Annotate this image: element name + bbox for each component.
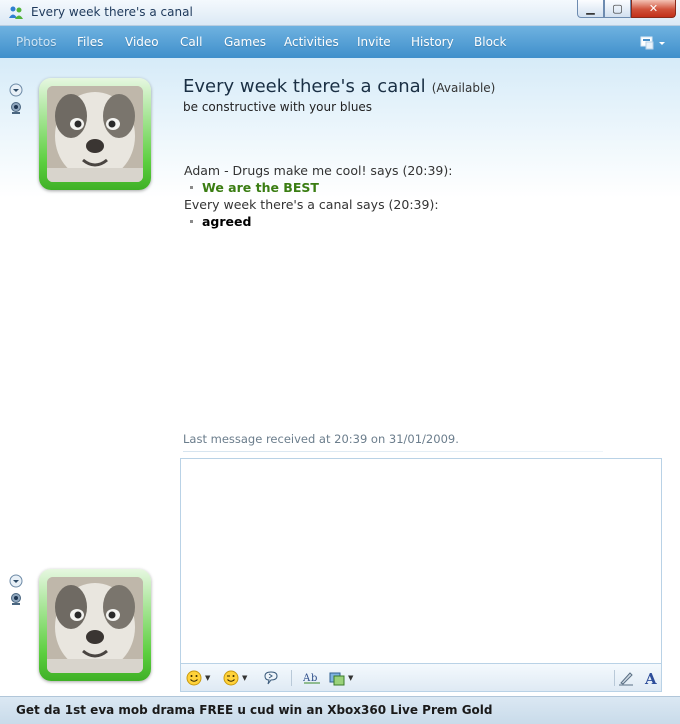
conversation-pane: Every week there's a canal (Available) be… — [0, 58, 680, 696]
window-controls: ▁ ▢ ✕ — [577, 0, 676, 18]
show-menu-icon[interactable] — [640, 36, 666, 50]
spellcheck-button[interactable]: A b — [303, 669, 321, 687]
maximize-button[interactable]: ▢ — [604, 0, 631, 18]
menu-bar: Photos Files Video Call Games Activities… — [0, 26, 680, 58]
collapse-toggle-icon[interactable] — [9, 574, 23, 588]
divider — [183, 451, 603, 452]
dog-photo-icon — [47, 86, 143, 182]
dog-photo-icon — [47, 577, 143, 673]
nudge-button[interactable] — [263, 669, 279, 687]
contact-photo — [47, 86, 143, 182]
menu-item-photos[interactable]: Photos — [16, 35, 56, 49]
wink-button[interactable]: ▼ — [223, 669, 247, 687]
font-button[interactable]: A — [643, 669, 659, 687]
background-icon — [329, 672, 345, 686]
my-avatar[interactable] — [39, 569, 151, 681]
title-bar: Every week there's a canal ▁ ▢ ✕ — [0, 0, 680, 26]
close-icon: ✕ — [648, 2, 659, 15]
smiley-icon — [186, 670, 202, 686]
spellcheck-icon: A b — [303, 673, 320, 684]
chevron-down-icon: ▼ — [242, 674, 248, 682]
chevron-down-icon: ▼ — [205, 674, 211, 682]
close-button[interactable]: ✕ — [631, 0, 676, 18]
window-title: Every week there's a canal — [31, 5, 193, 19]
maximize-icon: ▢ — [612, 2, 623, 15]
last-message-status: Last message received at 20:39 on 31/01/… — [183, 432, 459, 446]
input-toolbar: ▼ ▼ A b ▼ A — [180, 664, 662, 692]
collapse-toggle-icon[interactable] — [9, 83, 23, 97]
contact-name: Every week there's a canal — [183, 76, 426, 97]
background-button[interactable]: ▼ — [329, 669, 353, 687]
menu-item-games[interactable]: Games — [224, 35, 266, 49]
ad-text[interactable]: Get da 1st eva mob drama FREE u cud win … — [16, 703, 492, 717]
messenger-icon — [9, 6, 23, 19]
minimize-button[interactable]: ▁ — [577, 0, 604, 18]
my-photo — [47, 577, 143, 673]
emoticon-button[interactable]: ▼ — [186, 669, 210, 687]
minimize-icon: ▁ — [586, 2, 595, 15]
contact-header: Every week there's a canal (Available) — [183, 76, 495, 97]
sender-line: Every week there's a canal says (20:39): — [184, 197, 439, 212]
svg-text:A: A — [644, 670, 657, 686]
menu-item-block[interactable]: Block — [474, 35, 506, 49]
nudge-icon — [264, 671, 278, 685]
contact-status: (Available) — [431, 81, 496, 95]
menu-item-call[interactable]: Call — [180, 35, 202, 49]
font-icon: A — [644, 670, 657, 686]
pen-icon — [619, 672, 633, 686]
svg-text:A: A — [303, 673, 311, 684]
menu-item-video[interactable]: Video — [125, 35, 159, 49]
svg-text:b: b — [311, 673, 317, 684]
chat-message: We are the BEST — [184, 179, 654, 196]
menu-item-history[interactable]: History — [411, 35, 454, 49]
webcam-icon[interactable] — [9, 592, 23, 606]
webcam-icon[interactable] — [9, 101, 23, 115]
wink-icon — [223, 670, 239, 686]
contact-personal-message: be constructive with your blues — [183, 100, 373, 114]
contact-avatar[interactable] — [39, 78, 151, 190]
toolbar-divider — [614, 670, 615, 686]
chevron-down-icon: ▼ — [348, 674, 354, 682]
chat-history[interactable]: Adam - Drugs make me cool! says (20:39):… — [184, 162, 654, 230]
toolbar-divider — [291, 670, 292, 686]
ad-banner[interactable]: Get da 1st eva mob drama FREE u cud win … — [0, 696, 680, 724]
handwriting-button[interactable] — [618, 669, 634, 687]
menu-item-invite[interactable]: Invite — [357, 35, 391, 49]
chat-message: agreed — [184, 213, 654, 230]
sender-line: Adam - Drugs make me cool! says (20:39): — [184, 163, 453, 178]
menu-item-activities[interactable]: Activities — [284, 35, 339, 49]
message-input[interactable] — [180, 458, 662, 664]
menu-item-files[interactable]: Files — [77, 35, 103, 49]
